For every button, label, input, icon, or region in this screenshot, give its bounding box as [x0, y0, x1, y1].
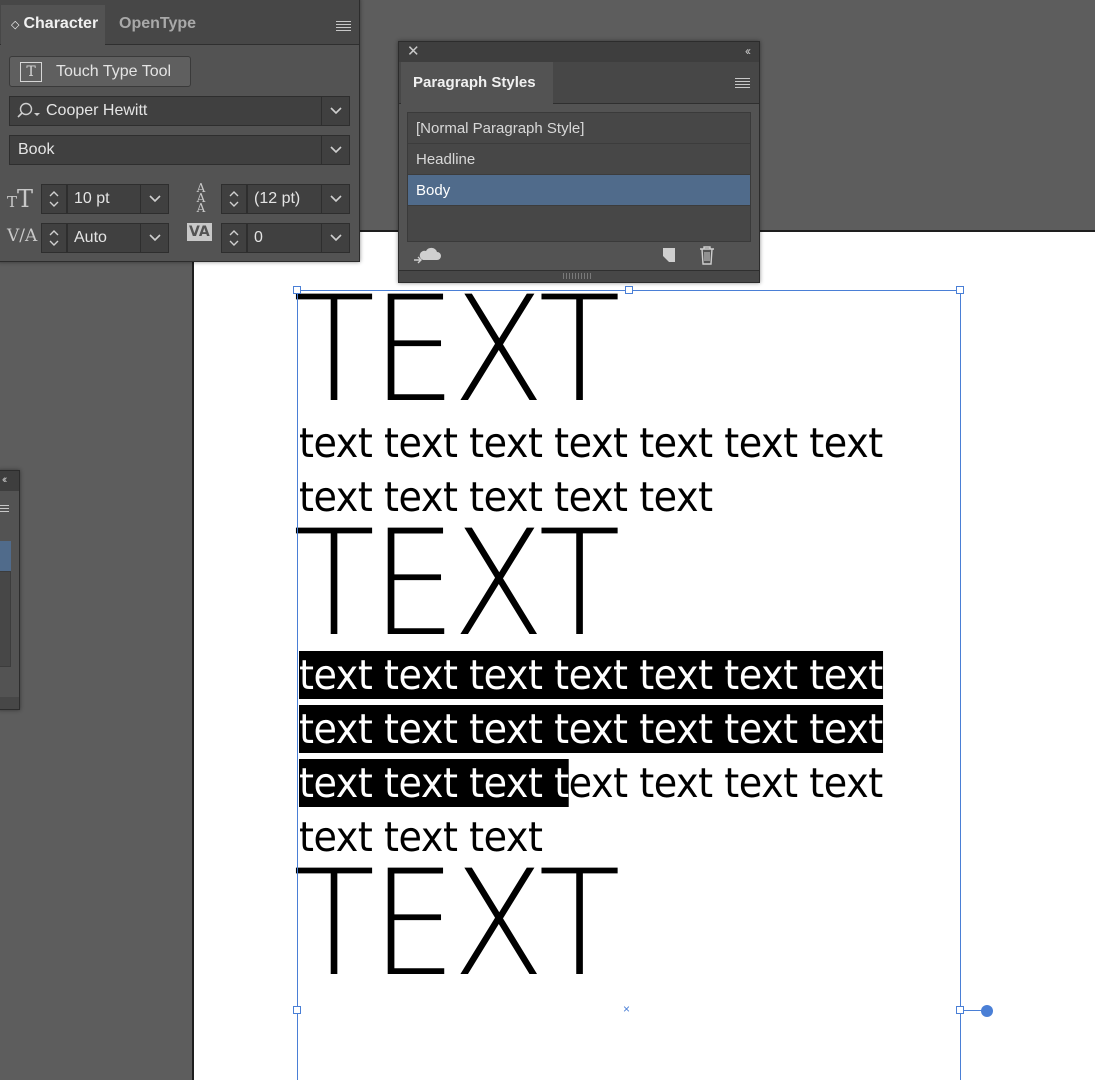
chevron-down-icon[interactable] — [140, 185, 168, 213]
body-line[interactable]: text text text text text text text — [299, 416, 913, 470]
kerning-icon: V/A — [7, 226, 38, 246]
text-selection[interactable]: text text text text text text text — [299, 651, 883, 699]
character-tabbar: ◇ Character OpenType — [0, 0, 359, 45]
out-port-dot[interactable] — [981, 1005, 993, 1017]
cloud-sync-icon[interactable] — [413, 245, 443, 265]
body-line-partial[interactable]: text text text text text text text — [299, 756, 913, 810]
body-line-selected[interactable]: text text text text text text text — [299, 648, 913, 702]
font-family-select[interactable]: Cooper Hewitt — [9, 96, 350, 126]
collapsed-panel: ‹‹ — [0, 470, 20, 710]
frame-handle-top-center[interactable] — [625, 286, 633, 294]
frame-handle-bottom-right[interactable] — [956, 1006, 964, 1014]
tab-character[interactable]: ◇ Character — [1, 5, 105, 45]
trash-icon[interactable] — [698, 245, 716, 265]
kerning-field[interactable]: Auto — [67, 223, 169, 253]
panel-title-bar[interactable]: ✕ ‹‹ — [399, 42, 759, 62]
tracking-field[interactable]: 0 — [247, 223, 350, 253]
font-style-select[interactable]: Book — [9, 135, 350, 165]
list-item-selected[interactable] — [0, 541, 11, 571]
kerning-stepper[interactable] — [41, 223, 67, 253]
style-item-body[interactable]: Body — [408, 175, 750, 206]
panel-menu-icon[interactable] — [336, 21, 351, 32]
body-line-selected[interactable]: text text text text text text text — [299, 702, 913, 756]
tab-opentype[interactable]: OpenType — [109, 5, 206, 45]
frame-handle-top-right[interactable] — [956, 286, 964, 294]
leading-icon: AAA — [196, 181, 206, 215]
close-icon[interactable]: ✕ — [407, 42, 420, 62]
paragraph-styles-tabbar: Paragraph Styles — [399, 62, 759, 104]
style-item-normal[interactable]: [Normal Paragraph Style] — [408, 113, 750, 144]
touch-type-icon: T — [20, 62, 42, 82]
new-style-icon[interactable] — [661, 247, 677, 263]
panel-menu-icon[interactable] — [735, 78, 750, 89]
collapse-icon[interactable]: ‹‹ — [745, 42, 751, 60]
leading-field[interactable]: (12 pt) — [247, 184, 350, 214]
frame-center-marker: × — [623, 1002, 631, 1016]
headline-paragraph[interactable]: TEXT — [293, 277, 906, 423]
character-panel: ◇ Character OpenType T Touch Type Tool Co… — [0, 0, 360, 262]
headline-paragraph[interactable]: TEXT — [293, 511, 906, 657]
panel-menu-icon[interactable] — [0, 505, 9, 514]
paragraph-style-list: [Normal Paragraph Style] Headline Body — [407, 112, 751, 242]
frame-handle-top-left[interactable] — [293, 286, 301, 294]
font-size-stepper[interactable] — [41, 184, 67, 214]
chevron-down-icon[interactable] — [321, 136, 349, 164]
chevron-down-icon[interactable] — [140, 224, 168, 252]
leading-stepper[interactable] — [221, 184, 247, 214]
chevron-down-icon[interactable] — [321, 224, 349, 252]
search-icon — [17, 102, 40, 118]
touch-type-tool-button[interactable]: T Touch Type Tool — [9, 56, 191, 87]
expand-icon[interactable]: ‹‹ — [0, 471, 19, 491]
collapse-chevron-icon: ◇ — [11, 19, 20, 31]
chevron-down-icon[interactable] — [321, 97, 349, 125]
panel-footer — [0, 697, 19, 709]
resize-grip[interactable] — [399, 270, 759, 282]
frame-handle-bottom-left[interactable] — [293, 1006, 301, 1014]
chevron-down-icon[interactable] — [321, 185, 349, 213]
text-selection[interactable]: text text text t — [299, 759, 569, 807]
paragraph-styles-panel: ✕ ‹‹ Paragraph Styles [Normal Paragraph … — [398, 41, 760, 283]
font-size-icon: TT — [7, 185, 34, 213]
text-selection[interactable]: text text text text text text text — [299, 705, 883, 753]
list-area — [0, 571, 11, 667]
text-frame-content[interactable]: TEXT text text text text text text text … — [293, 277, 959, 997]
style-item-headline[interactable]: Headline — [408, 144, 750, 175]
tab-paragraph-styles[interactable]: Paragraph Styles — [401, 62, 553, 104]
body-text: ext text text text — [568, 759, 884, 807]
tracking-icon: VA — [187, 223, 212, 241]
font-size-field[interactable]: 10 pt — [67, 184, 169, 214]
headline-paragraph[interactable]: TEXT — [293, 851, 906, 997]
tracking-stepper[interactable] — [221, 223, 247, 253]
